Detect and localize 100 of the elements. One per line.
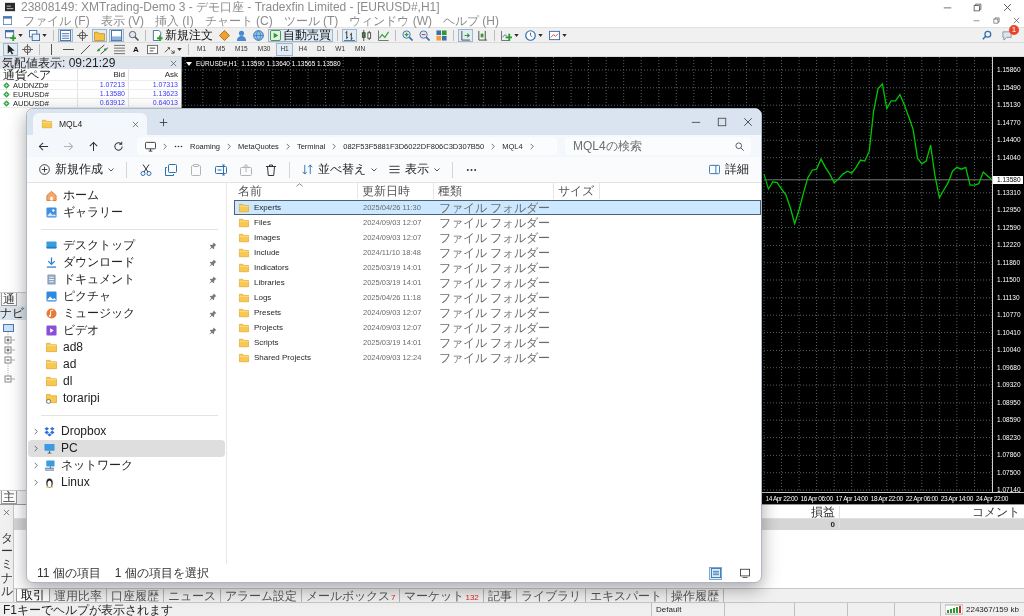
menu-item[interactable]: ヘルプ (H) [443,14,499,27]
clock-icon [525,29,536,41]
nav-item[interactable]: ad8 [28,339,225,356]
nav-item[interactable]: ドキュメント [28,271,225,288]
nav-item[interactable]: ビデオ [28,322,225,339]
nav-item[interactable]: デスクトップ [28,237,225,254]
folder-icon [46,342,57,353]
nav-item[interactable]: toraripi [28,390,225,407]
column-header[interactable]: サイズ [554,183,600,199]
menu-item[interactable]: ツール (T) [283,14,339,27]
caret-icon [538,33,543,37]
column-header[interactable]: 名前 [234,183,358,199]
nav-item[interactable]: ad [28,356,225,373]
table-cell-text: ファイル フォルダー [438,291,552,304]
chevron-icon[interactable] [34,479,38,486]
template-icon [549,29,560,41]
unread-count: 7 [391,592,396,602]
folder-icon [238,352,250,363]
panel-title: ターミナル [0,532,13,598]
chevron-icon [529,142,534,150]
window-tab[interactable]: MQL4 [33,113,147,135]
toolbar-button[interactable] [359,28,374,42]
close-icon[interactable] [1013,17,1020,24]
toolbar-button[interactable] [78,43,93,56]
close-icon[interactable] [3,509,10,516]
close-icon[interactable] [132,120,139,128]
folder-icon [41,119,53,129]
column-header[interactable]: 種類 [434,183,554,199]
close-icon[interactable] [743,117,753,127]
details-button[interactable]: 詳細 [703,159,755,180]
nav-item[interactable]: ミュージック [28,305,225,322]
toolbar-button[interactable] [75,28,90,42]
toolbar-button[interactable]: 新規注文 [150,28,215,42]
trash-icon [264,163,277,176]
folder-icon [238,232,250,243]
folder-icon [238,202,250,213]
new-button[interactable]: 新規作成 [33,159,120,180]
nav-item[interactable]: ネットワーク [28,457,225,474]
label-icon [147,44,158,55]
menu-item[interactable]: ウィンドウ (W) [349,14,432,27]
menu-item[interactable]: ファイル (F) [23,14,90,27]
caret-icon [42,33,47,37]
toolbar-button[interactable] [3,43,18,56]
list-view-icon [710,568,721,578]
more-icon[interactable] [174,144,183,148]
nav-item[interactable]: Linux [28,474,225,491]
chevron-icon[interactable] [34,445,38,452]
autoscroll-icon [460,29,471,41]
caret-icon [562,33,567,37]
restore-icon[interactable] [993,17,1000,24]
chat-icon[interactable] [1002,29,1013,41]
toolbar-button[interactable]: A [129,43,143,56]
tile-view-button[interactable] [738,566,751,580]
chevron-icon[interactable] [34,428,38,435]
column-header[interactable]: 更新日時 [358,183,434,199]
clipboard-icon [189,163,202,176]
toolbar-button[interactable]: 自動売買 [268,28,333,42]
nav-item[interactable]: ギャラリー [28,204,225,221]
chevron-icon [285,142,290,150]
list-view-button[interactable] [709,566,722,580]
toolbar-button[interactable] [342,28,357,42]
tree-drawing [3,324,15,384]
arrow-right-icon [63,140,74,152]
penguin-icon [44,477,55,488]
plus-icon[interactable] [159,117,168,127]
nav-item[interactable]: Dropbox [28,423,225,440]
status-text: 224367/159 kb [966,604,1019,615]
panel-tab[interactable]: 主 [1,491,17,504]
nav-item[interactable]: dl [28,373,225,390]
toolbar-button[interactable] [20,43,35,56]
maximize-icon[interactable] [717,117,727,127]
nav-item[interactable]: ダウンロード [28,254,225,271]
search-icon[interactable] [982,30,992,40]
menu-item[interactable]: 表示 (V) [100,14,144,27]
nav-item[interactable]: ホーム [28,187,225,204]
view-button[interactable]: 表示 [383,159,446,180]
music-icon [46,308,57,319]
table-cell-text: ファイル フォルダー [438,276,552,289]
line-chart-icon [378,29,389,41]
nav-item[interactable]: PC [28,440,225,457]
restore-icon[interactable] [973,2,982,12]
caret-icon [177,48,182,51]
panel-tab[interactable]: 取引 [16,589,50,602]
close-icon[interactable] [170,59,177,67]
chevron-icon[interactable] [34,462,38,469]
menu-item[interactable]: チャート (C) [204,14,273,27]
nav-item[interactable]: ピクチャ [28,288,225,305]
folder-icon [46,359,57,370]
sort-caret-icon [296,183,303,187]
table-cell-text: ファイル フォルダー [438,216,552,229]
column-header: Ask [163,69,179,80]
close-icon[interactable] [1003,2,1012,12]
search-field[interactable]: MQL4の検索 [565,137,751,155]
crosshair-icon [77,29,88,41]
stacked-lines-icon [114,44,125,55]
menu-item[interactable]: 挿入 (I) [155,14,194,27]
monitor-icon [145,140,156,152]
table-cell-text: ファイル フォルダー [438,321,552,334]
panel-tab[interactable]: 通 [1,293,17,306]
sort-button[interactable]: 並べ替え [296,159,383,180]
